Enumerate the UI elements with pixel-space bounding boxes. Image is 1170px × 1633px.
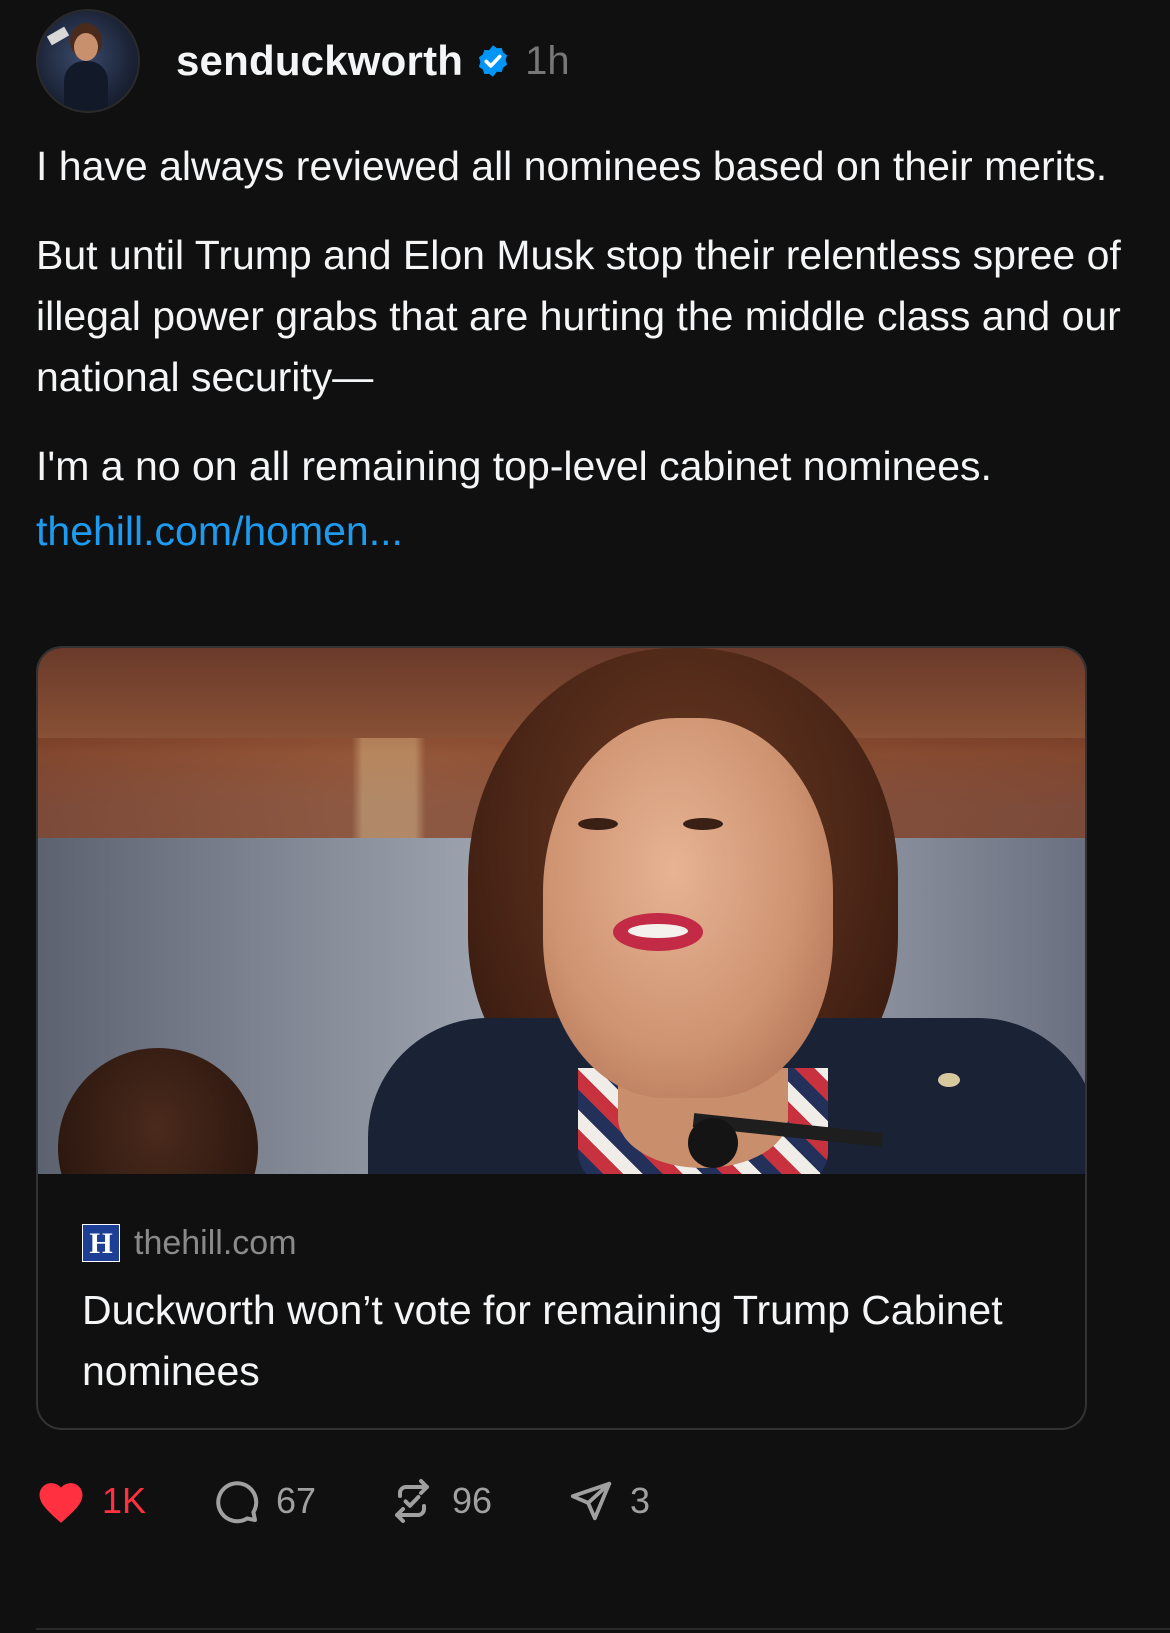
avatar-figure-head bbox=[74, 33, 98, 61]
action-bar: 1K 67 96 3 bbox=[36, 1468, 650, 1534]
post-body: I have always reviewed all nominees base… bbox=[36, 136, 1126, 562]
thehill-logo-icon: H bbox=[82, 1224, 120, 1262]
image-lapel-pin bbox=[938, 1073, 960, 1087]
link-preview-image bbox=[38, 648, 1085, 1174]
username[interactable]: senduckworth bbox=[176, 37, 463, 85]
image-teeth bbox=[628, 924, 688, 938]
reply-button[interactable]: 67 bbox=[212, 1477, 388, 1525]
timestamp: 1h bbox=[525, 38, 570, 83]
avatar-banner bbox=[46, 26, 70, 46]
link-preview-meta: H thehill.com Duckworth won’t vote for r… bbox=[38, 1174, 1085, 1402]
post-paragraph-3: I'm a no on all remaining top-level cabi… bbox=[36, 443, 992, 489]
like-button[interactable]: 1K bbox=[36, 1478, 212, 1524]
link-preview-card[interactable]: H thehill.com Duckworth won’t vote for r… bbox=[36, 646, 1087, 1430]
reply-count: 67 bbox=[276, 1480, 317, 1521]
link-source-row: H thehill.com bbox=[82, 1220, 1085, 1266]
image-eye-right bbox=[683, 818, 723, 830]
link-source-domain: thehill.com bbox=[134, 1223, 297, 1262]
post-link[interactable]: thehill.com/homen... bbox=[36, 508, 403, 554]
image-microphone-head bbox=[688, 1118, 738, 1168]
image-face bbox=[543, 718, 833, 1098]
repost-count: 96 bbox=[452, 1480, 493, 1521]
send-icon bbox=[570, 1481, 612, 1521]
repost-button[interactable]: 96 bbox=[388, 1477, 568, 1525]
share-button[interactable]: 3 bbox=[568, 1478, 650, 1524]
post-paragraph-2: But until Trump and Elon Musk stop their… bbox=[36, 232, 1121, 400]
share-count: 3 bbox=[630, 1480, 651, 1521]
avatar-figure-body bbox=[64, 61, 108, 111]
comment-bubble-icon bbox=[216, 1481, 259, 1524]
heart-filled-icon bbox=[39, 1483, 83, 1523]
post-divider bbox=[36, 1628, 1170, 1630]
post-header: senduckworth 1h bbox=[36, 8, 570, 114]
verified-badge-icon bbox=[479, 45, 508, 77]
image-eye-left bbox=[578, 818, 618, 830]
repost-icon bbox=[395, 1479, 429, 1523]
link-preview-title: Duckworth won’t vote for remaining Trump… bbox=[82, 1287, 1003, 1394]
like-count: 1K bbox=[102, 1480, 147, 1521]
avatar[interactable] bbox=[36, 9, 140, 113]
post-paragraph-1: I have always reviewed all nominees base… bbox=[36, 143, 1108, 189]
